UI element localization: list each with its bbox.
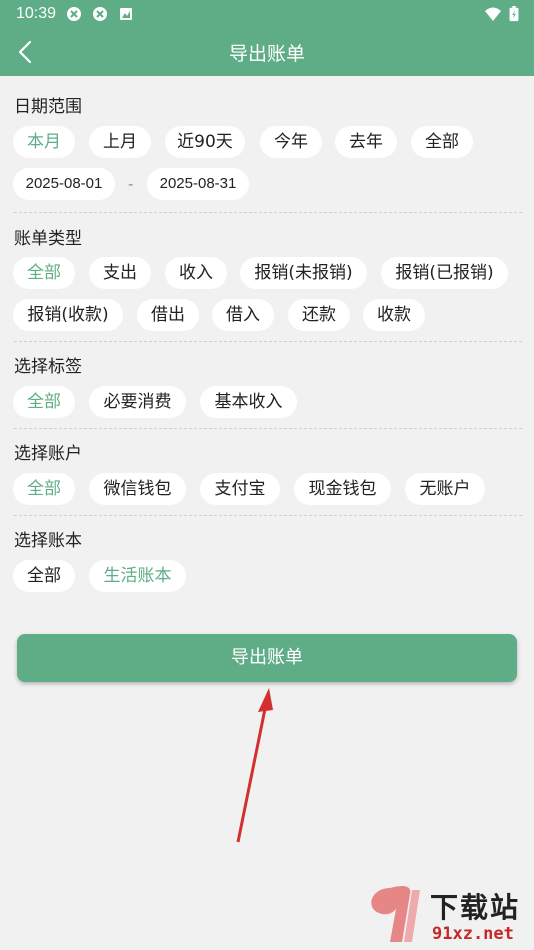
app-notification-icon: [67, 7, 81, 21]
date-option-last-90-days[interactable]: 近90天: [165, 126, 245, 158]
books-title: 选择账本: [14, 531, 82, 551]
watermark-url: 91xz.net: [432, 924, 514, 944]
bill-type-title: 账单类型: [14, 229, 82, 249]
book-all[interactable]: 全部: [13, 560, 75, 592]
bill-type-reimburse-received[interactable]: 报销(收款): [13, 299, 123, 331]
bill-type-income[interactable]: 收入: [165, 257, 227, 289]
date-option-this-month[interactable]: 本月: [13, 126, 75, 158]
account-alipay[interactable]: 支付宝: [200, 473, 280, 505]
watermark-text: 下载站: [430, 891, 521, 924]
start-date-field[interactable]: 2025-08-01: [13, 168, 115, 200]
status-time: 10:39: [16, 5, 57, 22]
app-notification-icon: [93, 7, 107, 21]
date-separator: -: [128, 175, 134, 193]
bill-type-lend[interactable]: 借出: [137, 299, 199, 331]
account-cash-wallet[interactable]: 现金钱包: [294, 473, 391, 505]
date-option-this-year[interactable]: 今年: [260, 126, 322, 158]
bill-type-reimburse-pending[interactable]: 报销(未报销): [240, 257, 367, 289]
title-bar: 导出账单: [0, 28, 534, 76]
tags-title: 选择标签: [14, 357, 82, 377]
tag-all[interactable]: 全部: [13, 386, 75, 418]
bill-type-expense[interactable]: 支出: [89, 257, 151, 289]
divider: [14, 212, 522, 213]
annotation-arrow: [236, 688, 273, 843]
image-notification-icon: [120, 8, 132, 20]
date-range-title: 日期范围: [14, 97, 82, 117]
date-option-last-month[interactable]: 上月: [89, 126, 151, 158]
app-header: 10:39 导出账单: [0, 0, 534, 76]
account-wechat-wallet[interactable]: 微信钱包: [89, 473, 186, 505]
bill-type-reimburse-done[interactable]: 报销(已报销): [381, 257, 508, 289]
bill-type-all[interactable]: 全部: [13, 257, 75, 289]
battery-icon: [509, 6, 519, 22]
date-option-all[interactable]: 全部: [411, 126, 473, 158]
divider: [14, 515, 522, 516]
divider: [14, 341, 522, 342]
account-none[interactable]: 无账户: [405, 473, 485, 505]
accounts-title: 选择账户: [14, 444, 82, 464]
wifi-icon: [485, 7, 501, 21]
bill-type-collect[interactable]: 收款: [363, 299, 425, 331]
account-all[interactable]: 全部: [13, 473, 75, 505]
divider: [14, 428, 522, 429]
site-logo-icon: [371, 886, 420, 942]
export-bill-button[interactable]: 导出账单: [17, 634, 517, 682]
date-option-last-year[interactable]: 去年: [335, 126, 397, 158]
bill-type-borrow[interactable]: 借入: [212, 299, 274, 331]
status-bar: 10:39: [0, 0, 534, 28]
page-title: 导出账单: [228, 43, 305, 65]
tag-basic-income[interactable]: 基本收入: [200, 386, 297, 418]
tag-necessary-spending[interactable]: 必要消费: [89, 386, 186, 418]
book-life[interactable]: 生活账本: [89, 560, 186, 592]
end-date-field[interactable]: 2025-08-31: [147, 168, 249, 200]
site-watermark: 下载站 91xz.net: [360, 880, 534, 950]
bill-type-repay[interactable]: 还款: [288, 299, 350, 331]
